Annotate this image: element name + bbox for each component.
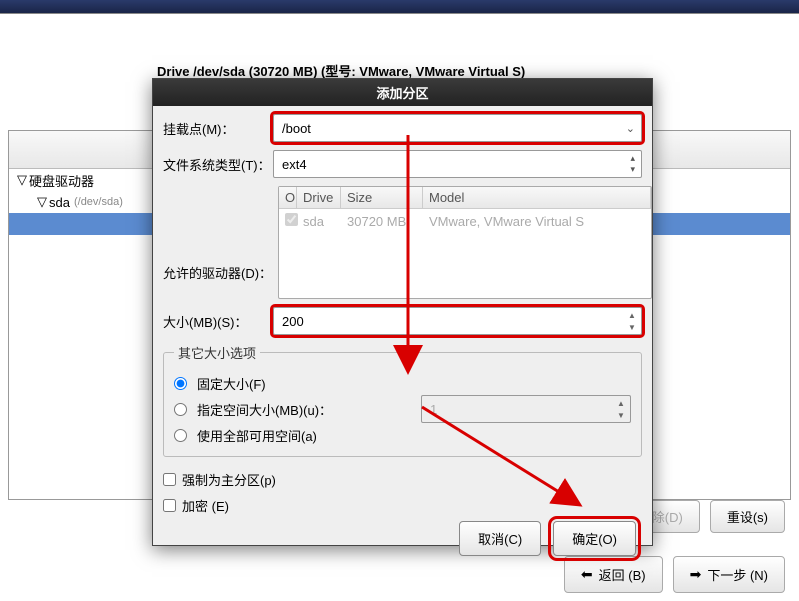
- radio-fill-label: 使用全部可用空间(a): [197, 426, 317, 445]
- arrow-left-icon: ⬅: [581, 566, 593, 583]
- fs-type-label: 文件系统类型(T)：: [163, 155, 273, 174]
- drive-size: 30720 MB: [341, 211, 423, 232]
- radio-upto-label: 指定空间大小(MB)(u)：: [197, 400, 332, 419]
- window-title-bar: [0, 0, 799, 14]
- ok-button[interactable]: 确定(O): [553, 521, 636, 556]
- tree-disk-path: (/dev/sda): [74, 196, 123, 208]
- chk-primary[interactable]: [163, 473, 176, 486]
- dialog-title: 添加分区: [153, 79, 652, 106]
- back-label: 返回 (B): [599, 565, 646, 584]
- size-value: 200: [282, 314, 304, 329]
- next-button[interactable]: ➡ 下一步 (N): [673, 556, 785, 593]
- radio-upto[interactable]: [174, 403, 187, 416]
- fs-type-combo[interactable]: ext4 ▴▾: [273, 150, 642, 178]
- next-label: 下一步 (N): [707, 565, 768, 584]
- chevron-down-icon: ⌄: [626, 122, 635, 135]
- updown-icon: ▴▾: [630, 153, 635, 175]
- caret-down-icon: ▽: [17, 172, 29, 188]
- mount-point-label: 挂载点(M)：: [163, 119, 273, 138]
- size-label: 大小(MB)(S)：: [163, 312, 273, 331]
- fs-type-value: ext4: [282, 157, 307, 172]
- spin-arrows[interactable]: ▲▼: [625, 309, 639, 333]
- chk-encrypt-label: 加密 (E): [182, 496, 229, 515]
- drive-model: VMware, VMware Virtual S: [423, 211, 651, 232]
- upto-size-value: 1: [430, 402, 437, 417]
- radio-fixed[interactable]: [174, 377, 187, 390]
- add-partition-dialog: 添加分区 挂载点(M)： /boot ⌄ 文件系统类型(T)： ext4 ▴▾ …: [152, 78, 653, 546]
- radio-fixed-label: 固定大小(F): [197, 374, 266, 393]
- col-size: Size: [341, 187, 423, 208]
- chk-encrypt[interactable]: [163, 499, 176, 512]
- col-model: Model: [423, 187, 651, 208]
- allowable-drives-list: O Drive Size Model sda 30720 MB VMware, …: [278, 186, 652, 299]
- radio-fill[interactable]: [174, 429, 187, 442]
- mount-point-combo[interactable]: /boot ⌄: [273, 114, 642, 142]
- caret-down-icon: ▽: [37, 194, 49, 210]
- col-drive: Drive: [297, 187, 341, 208]
- other-size-fieldset: 其它大小选项 固定大小(F) 指定空间大小(MB)(u)： 1 ▲▼ 使用全部可…: [163, 343, 642, 457]
- drive-row[interactable]: sda 30720 MB VMware, VMware Virtual S: [279, 209, 651, 233]
- other-size-legend: 其它大小选项: [174, 343, 260, 362]
- chk-primary-label: 强制为主分区(p): [182, 470, 276, 489]
- arrow-right-icon: ➡: [690, 566, 702, 583]
- cancel-button[interactable]: 取消(C): [459, 521, 541, 556]
- reset-button[interactable]: 重设(s): [710, 500, 785, 533]
- allowable-drives-label: 允许的驱动器(D)：: [163, 263, 272, 282]
- col-check: O: [279, 187, 297, 208]
- mount-point-value: /boot: [282, 121, 311, 136]
- tree-root-label: 硬盘驱动器: [29, 171, 94, 190]
- size-input[interactable]: 200 ▲▼: [273, 307, 642, 335]
- tree-disk-label: sda: [49, 195, 70, 210]
- drive-name: sda: [297, 211, 341, 232]
- upto-size-input: 1 ▲▼: [421, 395, 631, 423]
